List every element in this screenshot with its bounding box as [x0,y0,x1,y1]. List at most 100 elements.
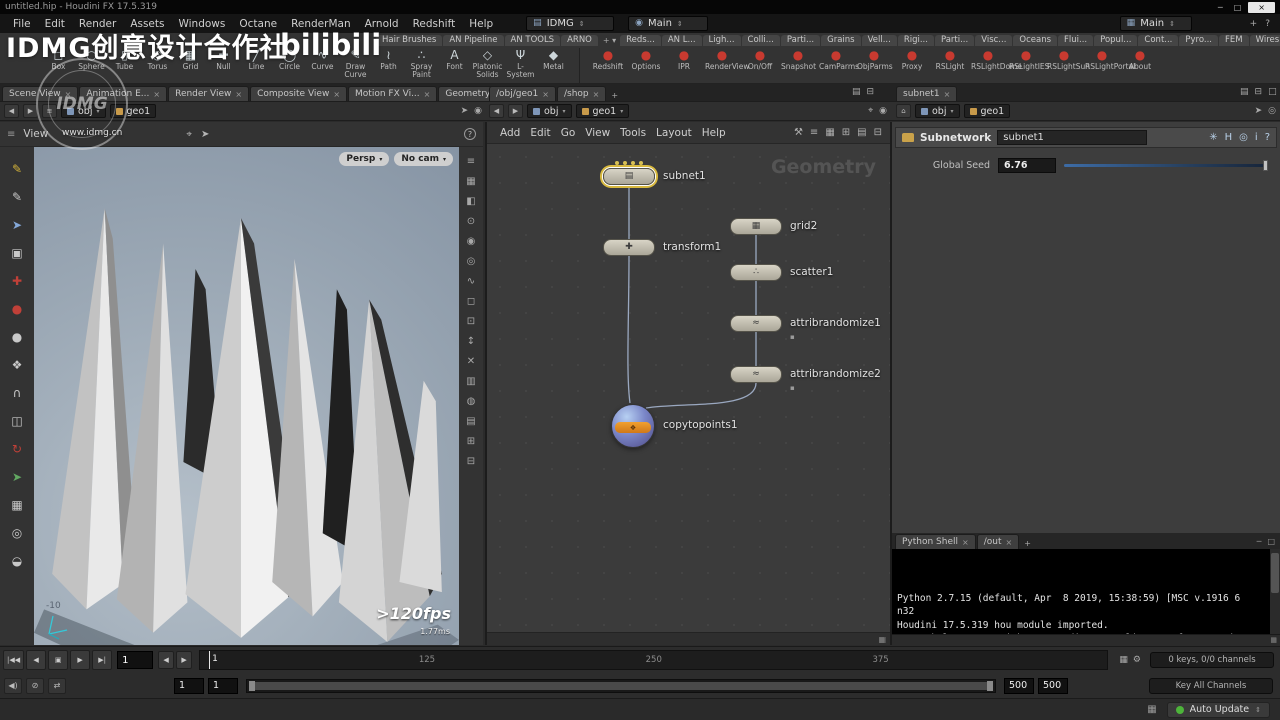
shelf-tool[interactable]: ● RSLight [931,48,969,71]
path-geo-chip[interactable]: geo1 [110,104,157,118]
display-option-icon[interactable]: ∿ [467,275,475,288]
shelf-tab[interactable]: Flui... [1058,35,1093,46]
shelf-tool[interactable]: ● Redshift [589,48,627,71]
viewport-tool-icon[interactable]: ◒ [7,551,27,570]
nav-forward-button[interactable]: ▶ [508,104,523,118]
node-attribrandomize1[interactable]: ≈ attribrandomize1 ▪ [730,315,782,332]
shelf-tab[interactable]: Vell... [862,35,897,46]
network-menu-item[interactable]: Help [697,127,731,139]
shelf-tab-add-button[interactable]: + ▾ [599,35,620,46]
search-icon[interactable]: ◎ [1268,106,1276,116]
shelf-tab[interactable]: Parti... [781,35,820,46]
display-option-icon[interactable]: ⊙ [467,215,475,228]
menu-item[interactable]: Assets [123,18,171,30]
display-option-icon[interactable]: ▤ [466,415,475,428]
shelf-tab[interactable]: Colli... [742,35,780,46]
network-toolbar-icon[interactable]: ▤ [857,127,866,138]
menu-item[interactable]: Render [72,18,123,30]
path-geo-chip[interactable]: geo1▾ [576,104,630,118]
timeline[interactable]: 1 125 250 375 [199,650,1108,670]
playbar-settings-icon[interactable]: ⚙ [1133,655,1141,665]
help-icon[interactable]: ? [1265,132,1270,143]
shelf-tool[interactable]: ▦ Grid [174,48,207,79]
global-seed-field[interactable]: 6.76 [998,158,1056,173]
shelf-tool[interactable]: ● Options [627,48,665,71]
node-body[interactable]: ▤ [603,168,655,185]
shelf-tool[interactable]: ● RSLightSun [1045,48,1083,71]
scrollbar-thumb[interactable] [1271,553,1279,593]
pane-tab[interactable]: /shop × [557,86,606,101]
maximize-button[interactable]: □ [1230,2,1246,13]
shelf-tab[interactable]: AN TOOLS [505,35,561,46]
network-menu-item[interactable]: Tools [615,127,651,139]
viewport-tool-icon[interactable]: ➤ [7,215,27,234]
gear-menu-icon[interactable]: ✳ [1209,132,1217,143]
network-corner-icon[interactable]: ▦ [878,635,886,644]
shelf-tab[interactable]: ARNO [561,35,598,46]
help-card-icon[interactable]: H [1225,132,1233,143]
cook-mode-icon[interactable]: ▦ [1147,704,1156,715]
display-option-icon[interactable]: ◉ [467,235,476,248]
shelf-tool[interactable]: ● RSLightPortal [1083,48,1121,71]
range-start-handle[interactable] [249,681,255,691]
pane-maximize-icon[interactable]: □ [1268,87,1277,97]
display-option-icon[interactable]: ▦ [466,175,475,188]
menu-item[interactable]: Windows [171,18,232,30]
display-option-icon[interactable]: ◍ [467,395,476,408]
network-toolbar-icon[interactable]: ⊞ [842,127,850,138]
node-subnet1[interactable]: ▤ subnet1 [603,168,655,185]
node-copytopoints1[interactable]: ❖ copytopoints1 [611,404,655,448]
viewport-tool-icon[interactable]: ❖ [7,355,27,374]
nav-back-button[interactable]: ◀ [489,104,504,118]
viewport-tool-icon[interactable]: ➤ [7,467,27,486]
global-range-start-field[interactable]: 1 [174,678,204,694]
audio-control-icon[interactable]: ⊘ [26,678,44,694]
shelf-tab[interactable]: Ligh... [703,35,741,46]
node-attribrandomize2[interactable]: ≈ attribrandomize2 ▪ [730,366,782,383]
playback-range-start-field[interactable]: 1 [208,678,238,694]
shell-scrollbar[interactable] [1270,549,1280,634]
search-icon[interactable]: ◎ [1239,132,1248,143]
network-toolbar-icon[interactable]: ⊟ [874,127,882,138]
node-body[interactable]: ≈ [730,315,782,332]
shelf-tab[interactable]: Oceans [1013,35,1057,46]
viewport-tool-icon[interactable]: ● [7,299,27,318]
display-option-icon[interactable]: ◧ [466,195,475,208]
pane-tab[interactable]: Motion FX Vi... × [348,86,437,101]
shelf-tool[interactable]: ≀ Path [372,48,405,79]
transport-button[interactable]: |◀◀ [3,650,24,670]
close-icon[interactable]: × [333,90,340,99]
pane-split-icon[interactable]: ⊟ [1255,87,1263,97]
shelf-tab[interactable]: FEM [1219,35,1249,46]
shelf-tool[interactable]: ● Snapshot [779,48,817,71]
shelf-tool[interactable]: ◻ Box [42,48,75,79]
audio-control-icon[interactable]: ⇄ [48,678,66,694]
shelf-tool[interactable]: ● IPR [665,48,703,71]
network-toolbar-icon[interactable]: ≡ [810,127,818,138]
viewport-tool-icon[interactable]: ✎ [7,159,27,178]
shelf-tool[interactable]: Ψ L-System [504,48,537,79]
viewport-canvas[interactable]: Persp▾ No cam▾ -10 >120fps 1.77ms [34,147,459,645]
path-obj-chip[interactable]: obj▾ [61,104,106,118]
shelf-tool[interactable]: ● On/Off [741,48,779,71]
viewport-tool-icon[interactable]: ∩ [7,383,27,402]
shell-tab[interactable]: /out × [977,534,1019,549]
camera-badge[interactable]: No cam▾ [394,152,453,166]
transport-button[interactable]: ◀ [26,650,46,670]
pane-maximize-icon[interactable]: □ [1267,537,1275,546]
close-button[interactable]: × [1248,2,1275,13]
shelf-tool[interactable]: ● ObjParms [855,48,893,71]
menu-item[interactable]: Redshift [406,18,463,30]
pane-split-icon[interactable]: ⊟ [867,87,875,97]
menu-item[interactable]: RenderMan [284,18,358,30]
shelf-tool[interactable]: ✎ Draw Curve [339,48,372,79]
node-body[interactable]: ▦ [730,218,782,235]
keyframe-options-icon[interactable]: ▦ [1119,655,1128,665]
node-name-field[interactable]: subnet1 [997,130,1147,145]
current-frame-field[interactable]: 1 [117,651,153,669]
menubar-help-icon[interactable]: ? [1265,19,1270,29]
menu-item[interactable]: Arnold [358,18,406,30]
add-pane-tab-button[interactable]: + [607,90,622,101]
persp-badge[interactable]: Persp▾ [339,152,389,166]
python-shell-output[interactable]: Python 2.7.15 (default, Apr 8 2019, 15:3… [892,549,1270,634]
